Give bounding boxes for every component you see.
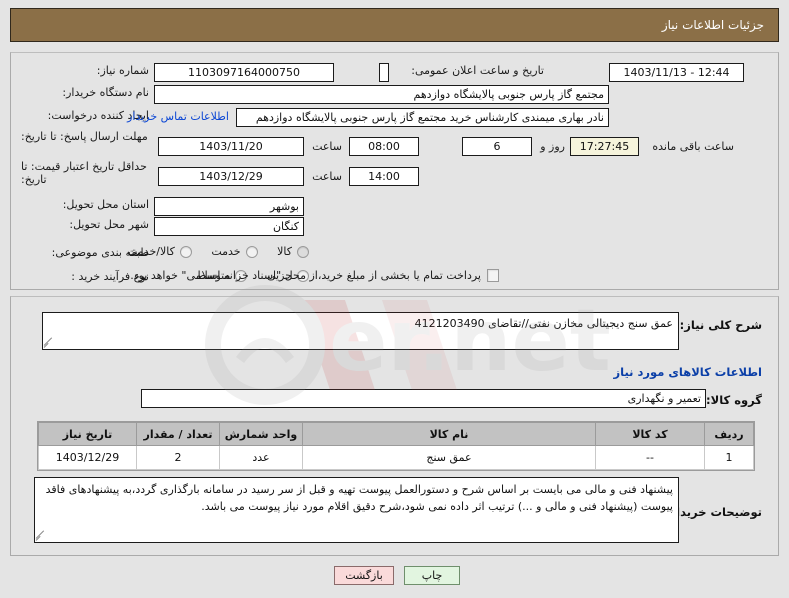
page-header: جزئیات اطلاعات نیاز: [10, 8, 779, 42]
description-textarea[interactable]: عمق سنج دیجیتالی مخازن نفتی//تقاضای 4121…: [42, 312, 679, 350]
remaining-hours-label: ساعت باقی مانده: [652, 140, 734, 153]
radio-icon[interactable]: [297, 245, 309, 258]
col-unit: واحد شمارش: [219, 422, 303, 446]
classification-option-2-label: کالا/خدمت: [127, 245, 175, 258]
price-validity-label: حداقل تاریخ اعتبار قیمت: تا تاریخ:: [21, 160, 147, 186]
city-label: شهر محل تحویل:: [69, 218, 149, 231]
price-validity-hour-label: ساعت: [312, 170, 342, 183]
province-label: استان محل تحویل:: [62, 198, 149, 211]
radio-icon[interactable]: [179, 245, 192, 258]
buyer-org-label-wrap: نام دستگاه خریدار:: [27, 86, 149, 99]
page-title: جزئیات اطلاعات نیاز: [661, 18, 764, 32]
radio-icon[interactable]: [245, 245, 258, 258]
price-validity-date-text: 1403/12/29: [199, 170, 263, 183]
treasury-note-wrap[interactable]: پرداخت تمام یا بخشی از مبلغ خرید،از محل …: [130, 269, 499, 282]
classification-radio-group: کالا خدمت کالا/خدمت: [111, 245, 309, 261]
goods-group-value: تعمیر و نگهداری: [141, 389, 706, 408]
announce-label-wrap: تاریخ و ساعت اعلان عمومی:: [394, 64, 544, 77]
response-deadline-date: 1403/11/20: [158, 137, 304, 156]
province-value: بوشهر: [154, 197, 304, 216]
province-label-wrap: استان محل تحویل:: [27, 198, 149, 211]
treasury-note-label: پرداخت تمام یا بخشی از مبلغ خرید،از محل …: [130, 269, 481, 282]
goods-section-heading: اطلاعات کالاهای مورد نیاز: [613, 365, 762, 379]
col-need-date: تاریخ نیاز: [38, 422, 137, 446]
price-validity-label-wrap: حداقل تاریخ اعتبار قیمت: تا تاریخ:: [21, 160, 149, 186]
goods-group-label: گروه کالا:: [706, 393, 762, 407]
classification-option-0-label: کالا: [277, 245, 292, 258]
back-button[interactable]: بازگشت: [334, 566, 394, 585]
price-validity-hour-text: 14:00: [368, 170, 400, 183]
province-text: بوشهر: [269, 200, 299, 213]
remaining-days-text: 6: [493, 140, 501, 153]
buyer-org-label: نام دستگاه خریدار:: [62, 86, 149, 99]
cell-quantity: 2: [136, 445, 220, 470]
table-row: 1 -- عمق سنج عدد 2 1403/12/29: [38, 445, 754, 470]
days-unit-label: روز و: [540, 140, 565, 153]
resize-grip-icon[interactable]: [44, 337, 55, 348]
buyer-contact-link[interactable]: اطلاعات تماس خریدار: [127, 110, 229, 123]
countdown-timer-text: 17:27:45: [579, 140, 630, 153]
creator-text: نادر بهاری میمندی کارشناس خرید مجتمع گاز…: [255, 111, 604, 124]
print-button[interactable]: چاپ: [404, 566, 460, 585]
buyer-org-value: مجتمع گاز پارس جنوبی پالایشگاه دوازدهم: [154, 85, 609, 104]
need-number-text: 1103097164000750: [188, 66, 300, 79]
remaining-days-value: 6: [462, 137, 532, 156]
response-deadline-date-text: 1403/11/20: [199, 140, 263, 153]
cell-row-no: 1: [704, 445, 754, 470]
need-number-value: 1103097164000750: [154, 63, 334, 82]
goods-table: ردیف کد کالا نام کالا واحد شمارش تعداد /…: [38, 422, 754, 470]
response-deadline-label: مهلت ارسال پاسخ: تا تاریخ:: [21, 130, 148, 143]
city-label-wrap: شهر محل تحویل:: [27, 218, 149, 231]
response-deadline-label-wrap: مهلت ارسال پاسخ: تا تاریخ:: [21, 130, 149, 143]
cell-code: --: [595, 445, 705, 470]
buyer-org-text: مجتمع گاز پارس جنوبی پالایشگاه دوازدهم: [413, 88, 604, 101]
response-deadline-hour: 08:00: [349, 137, 419, 156]
col-code: کد کالا: [595, 422, 705, 446]
response-deadline-hour-text: 08:00: [368, 140, 400, 153]
cell-need-date: 1403/12/29: [38, 445, 137, 470]
goods-group-text: تعمیر و نگهداری: [627, 392, 701, 405]
city-text: کنگان: [272, 220, 299, 233]
announce-datetime-text: 12:44 - 1403/11/13: [623, 66, 730, 79]
description-value: عمق سنج دیجیتالی مخازن نفتی//تقاضای 4121…: [414, 317, 673, 330]
cell-name: عمق سنج: [302, 445, 596, 470]
announce-datetime-value: 12:44 - 1403/11/13: [609, 63, 744, 82]
goods-table-wrap: ردیف کد کالا نام کالا واحد شمارش تعداد /…: [37, 421, 755, 471]
classification-option-0[interactable]: کالا: [277, 245, 309, 258]
announce-datetime-label: تاریخ و ساعت اعلان عمومی:: [411, 64, 544, 77]
col-quantity: تعداد / مقدار: [136, 422, 220, 446]
buyer-notes-value: پیشنهاد فنی و مالی می بایست بر اساس شرح …: [45, 483, 673, 513]
resize-grip-icon[interactable]: [36, 530, 47, 541]
classification-option-1[interactable]: خدمت: [211, 245, 258, 258]
price-validity-date: 1403/12/29: [158, 167, 304, 186]
countdown-timer: 17:27:45: [570, 137, 639, 156]
table-header-row: ردیف کد کالا نام کالا واحد شمارش تعداد /…: [38, 422, 754, 446]
need-number-label: شماره نیاز:: [96, 64, 149, 77]
col-name: نام کالا: [302, 422, 596, 446]
buyer-notes-label: توضیحات خریدار:: [664, 505, 762, 519]
treasury-checkbox-icon[interactable]: [487, 269, 499, 282]
cell-unit: عدد: [219, 445, 303, 470]
creator-value: نادر بهاری میمندی کارشناس خرید مجتمع گاز…: [236, 108, 609, 127]
price-validity-hour: 14:00: [349, 167, 419, 186]
response-deadline-hour-label: ساعت: [312, 140, 342, 153]
need-number-label-wrap: شماره نیاز:: [27, 64, 149, 77]
classification-option-1-label: خدمت: [211, 245, 241, 258]
page-root: er.net x جزئیات اطلاعات نیاز شماره نیاز:…: [0, 0, 789, 598]
description-label: شرح کلی نیاز:: [679, 318, 762, 332]
buyer-notes-textarea[interactable]: پیشنهاد فنی و مالی می بایست بر اساس شرح …: [34, 477, 679, 543]
city-value: کنگان: [154, 217, 304, 236]
classification-option-2[interactable]: کالا/خدمت: [127, 245, 192, 258]
col-row-no: ردیف: [704, 422, 754, 446]
